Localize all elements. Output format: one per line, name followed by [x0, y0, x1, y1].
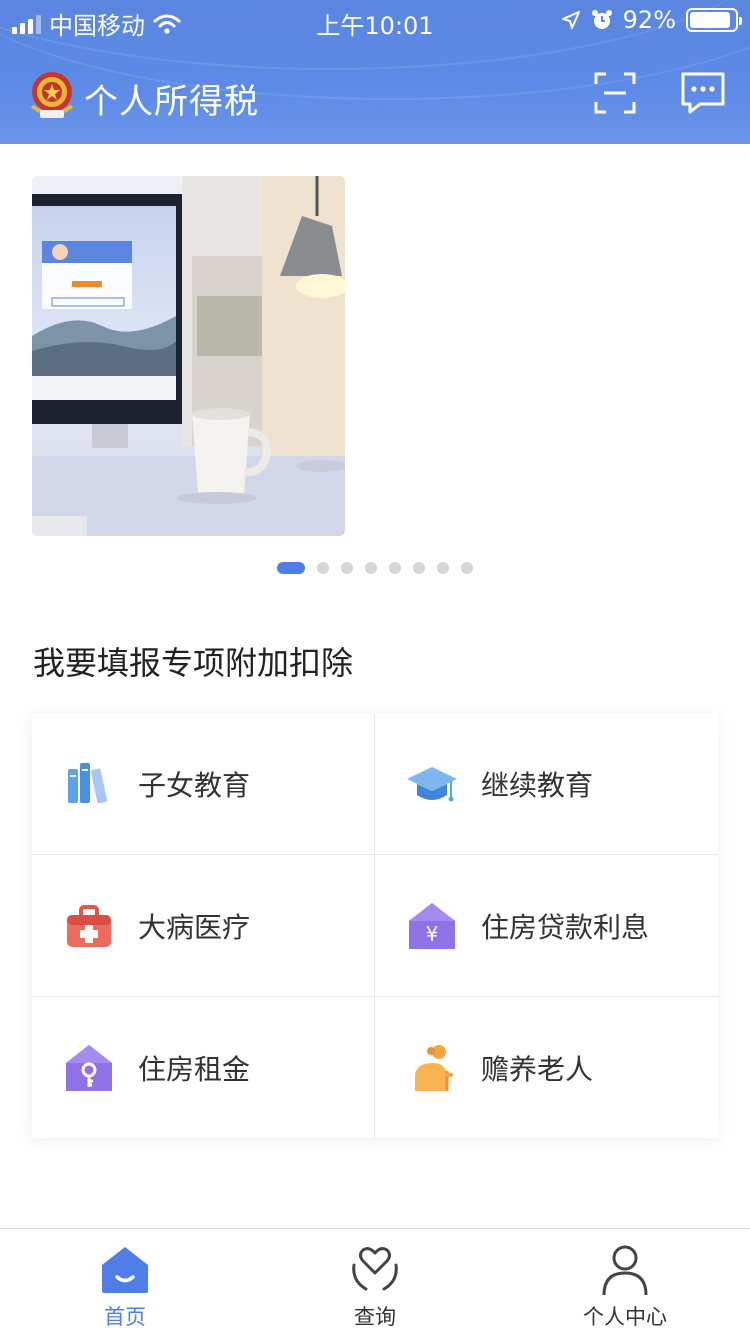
tab-label: 首页 [104, 1305, 146, 1329]
banner-image [32, 176, 345, 536]
scan-icon[interactable] [590, 68, 640, 118]
item-label: 大病医疗 [138, 910, 251, 944]
item-housing-loan-interest[interactable]: ¥ 住房贷款利息 [375, 855, 718, 997]
books-icon [68, 763, 108, 804]
section-title: 我要填报专项附加扣除 [33, 644, 354, 682]
banner-pagination [0, 562, 750, 574]
elderly-person-icon [415, 1044, 453, 1091]
house-yuan-icon: ¥ [409, 902, 455, 949]
pagination-dot[interactable] [317, 562, 329, 574]
tab-label: 个人中心 [583, 1305, 667, 1329]
item-elderly-support[interactable]: 赡养老人 [375, 997, 718, 1138]
emblem-icon [30, 72, 74, 118]
tab-query[interactable]: 查询 [250, 1229, 500, 1334]
tab-profile[interactable]: 个人中心 [500, 1229, 750, 1334]
message-icon[interactable] [678, 68, 728, 118]
pagination-dot[interactable] [437, 562, 449, 574]
item-label: 继续教育 [481, 769, 594, 802]
pagination-dot[interactable] [365, 562, 377, 574]
tab-label: 查询 [354, 1305, 396, 1329]
location-icon [561, 11, 580, 29]
battery-percent: 92% [622, 6, 676, 34]
app-header: 中国移动 上午10:01 92% 个人所得税 [0, 0, 750, 144]
item-label: 子女教育 [138, 769, 251, 802]
item-serious-illness[interactable]: 大病医疗 [32, 855, 375, 997]
pagination-dot-active[interactable] [277, 562, 305, 574]
app-title: 个人所得税 [84, 82, 259, 122]
item-continuing-education[interactable]: 继续教育 [375, 714, 718, 855]
alarm-icon [591, 10, 612, 29]
svg-text:¥: ¥ [426, 922, 439, 946]
item-children-education[interactable]: 子女教育 [32, 714, 375, 855]
promo-banner[interactable] [32, 176, 345, 536]
pagination-dot[interactable] [341, 562, 353, 574]
heart-hands-icon [352, 1247, 398, 1291]
deduction-grid: 子女教育 继续教育 大病医疗 ¥ 住房贷款利息 住房租金 赡养老人 [32, 714, 718, 1138]
pagination-dot[interactable] [413, 562, 425, 574]
medical-kit-icon [67, 904, 111, 947]
pagination-dot[interactable] [389, 562, 401, 574]
person-icon [602, 1245, 648, 1296]
item-label: 住房租金 [138, 1052, 251, 1086]
pagination-dot[interactable] [461, 562, 473, 574]
nav-bar: 个人所得税 [0, 50, 750, 144]
item-housing-rent[interactable]: 住房租金 [32, 997, 375, 1138]
graduation-cap-icon [407, 767, 457, 802]
item-label: 赡养老人 [481, 1052, 594, 1086]
house-key-icon [66, 1044, 112, 1091]
tab-home[interactable]: 首页 [0, 1229, 250, 1334]
home-icon [102, 1247, 148, 1293]
tab-bar: 首页 查询 个人中心 [0, 1228, 750, 1334]
battery-icon [686, 8, 742, 32]
status-bar: 中国移动 上午10:01 92% [0, 0, 750, 40]
item-label: 住房贷款利息 [481, 910, 650, 944]
